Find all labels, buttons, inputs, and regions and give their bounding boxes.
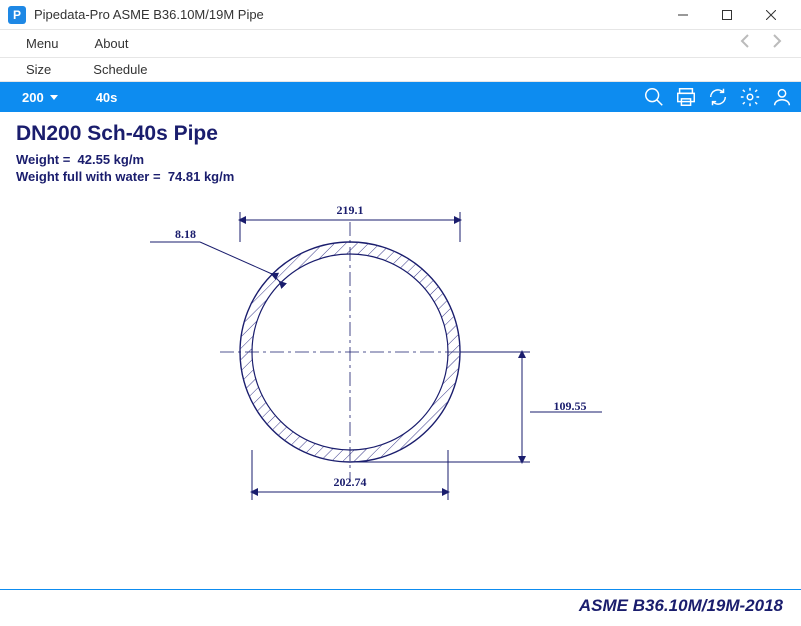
weight-full-label: Weight full with water = xyxy=(16,169,161,184)
maximize-button[interactable] xyxy=(705,0,749,30)
size-label: Size xyxy=(8,60,69,79)
titlebar: P Pipedata-Pro ASME B36.10M/19M Pipe xyxy=(0,0,801,30)
pipe-diagram: 219.1 202.74 109.55 8.18 xyxy=(150,172,630,512)
od-dim: 219.1 xyxy=(337,203,364,217)
weight-line: Weight = 42.55 kg/m xyxy=(16,152,785,167)
refresh-button[interactable] xyxy=(707,86,729,108)
radius-dim: 109.55 xyxy=(554,399,587,413)
print-button[interactable] xyxy=(675,86,697,108)
menu-menu[interactable]: Menu xyxy=(8,32,77,55)
labelbar: Size Schedule xyxy=(0,58,801,82)
nav-forward-button[interactable] xyxy=(765,31,789,56)
schedule-label: Schedule xyxy=(75,60,165,79)
weight-value: 42.55 kg/m xyxy=(78,152,145,167)
close-button[interactable] xyxy=(749,0,793,30)
schedule-dropdown[interactable]: 40s xyxy=(82,86,132,109)
wall-dim: 8.18 xyxy=(175,227,196,241)
settings-button[interactable] xyxy=(739,86,761,108)
chevron-down-icon xyxy=(50,95,58,100)
window-title: Pipedata-Pro ASME B36.10M/19M Pipe xyxy=(34,7,661,22)
size-dropdown[interactable]: 200 xyxy=(8,86,72,109)
page-title: DN200 Sch-40s Pipe xyxy=(16,122,785,146)
menubar: Menu About xyxy=(0,30,801,58)
schedule-value: 40s xyxy=(96,90,118,105)
toolbar: 200 40s xyxy=(0,82,801,112)
search-button[interactable] xyxy=(643,86,665,108)
size-value: 200 xyxy=(22,90,44,105)
minimize-button[interactable] xyxy=(661,0,705,30)
menu-about[interactable]: About xyxy=(77,32,147,55)
id-dim: 202.74 xyxy=(334,475,367,489)
weight-label: Weight = xyxy=(16,152,70,167)
app-icon: P xyxy=(8,6,26,24)
nav-back-button[interactable] xyxy=(733,31,757,56)
content-area: DN200 Sch-40s Pipe Weight = 42.55 kg/m W… xyxy=(0,112,801,626)
footer-standard: ASME B36.10M/19M-2018 xyxy=(0,589,801,626)
user-button[interactable] xyxy=(771,86,793,108)
